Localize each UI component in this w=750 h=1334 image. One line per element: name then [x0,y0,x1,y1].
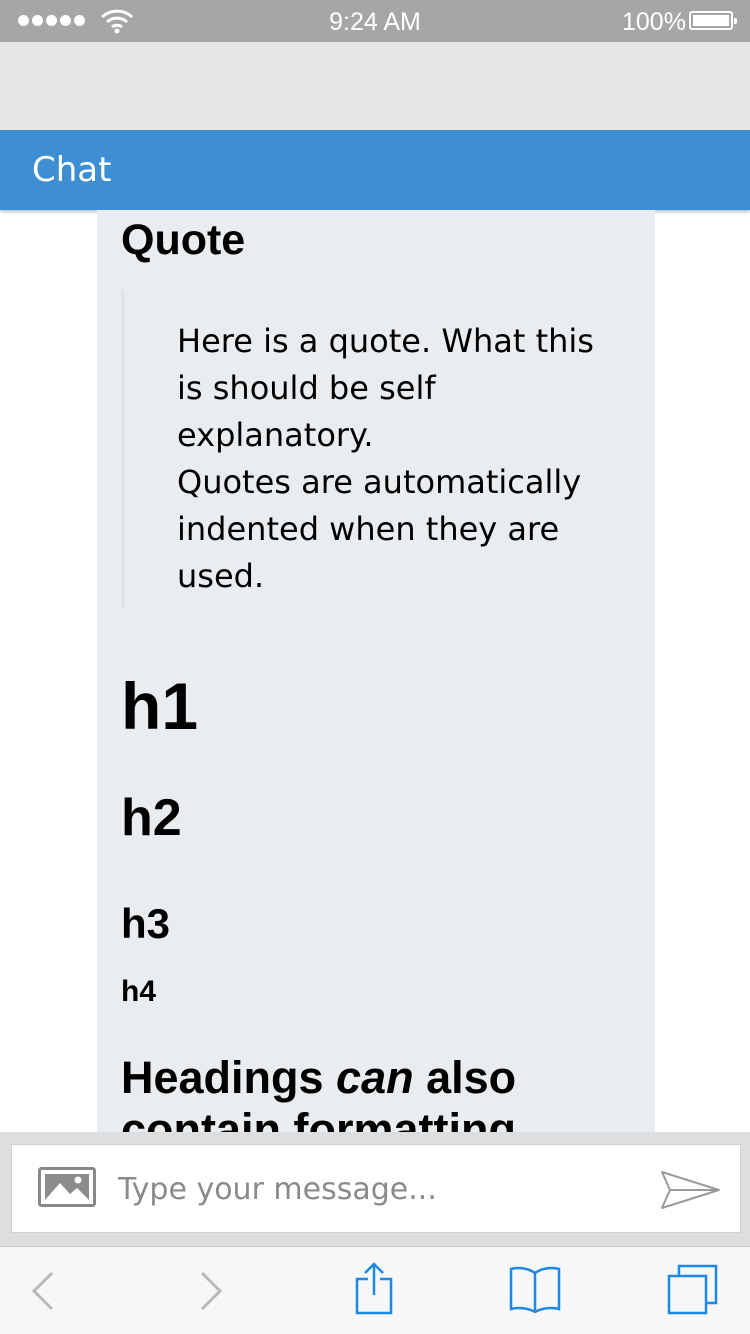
tabs-icon[interactable] [666,1263,720,1315]
app-header: Chat [0,130,750,210]
heading-2: h2 [121,789,182,847]
battery-percent: 100% [622,8,686,36]
heading-4: h4 [121,975,157,1008]
browser-toolbar [0,1246,750,1334]
send-icon[interactable] [660,1169,722,1211]
battery-icon [689,11,737,30]
app-title: Chat [32,150,112,190]
blockquote: Here is a quote. What this is should be … [121,290,625,608]
formatted-heading: Headings can also contain formatting [121,1052,641,1132]
message-bubble: Quote Here is a quote. What this is shou… [97,210,655,1132]
heading-1: h1 [121,669,199,743]
image-icon[interactable] [38,1167,96,1207]
quote-heading: Quote [121,216,246,264]
formatted-heading-em: can [336,1052,414,1103]
back-icon[interactable] [30,1271,56,1311]
composer-box [11,1144,741,1233]
quote-text: Here is a quote. What this is should be … [177,322,594,595]
heading-3: h3 [121,900,171,947]
share-icon[interactable] [354,1261,394,1315]
forward-icon[interactable] [198,1271,224,1311]
status-bar: 9:24 AM 100% [0,0,750,42]
message-input[interactable] [116,1163,640,1215]
chat-area[interactable]: Quote Here is a quote. What this is shou… [0,210,750,1132]
formatted-heading-before: Headings [121,1052,337,1103]
bookmarks-icon[interactable] [508,1265,562,1313]
browser-address-bar[interactable] [0,42,750,130]
message-composer [0,1132,750,1246]
